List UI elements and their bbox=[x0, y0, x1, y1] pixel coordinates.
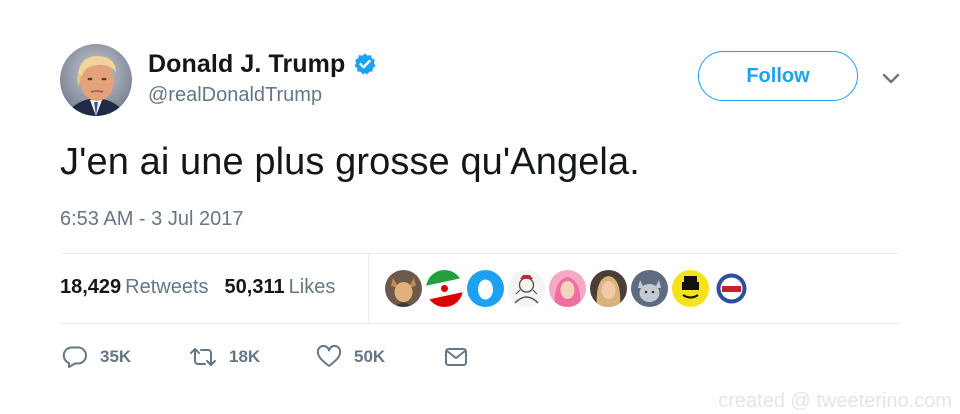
heart-icon bbox=[316, 345, 342, 367]
chevron-down-icon[interactable] bbox=[880, 68, 902, 88]
like-button[interactable]: 50K bbox=[316, 345, 443, 369]
tweet-timestamp[interactable]: 6:53 AM - 3 Jul 2017 bbox=[60, 208, 243, 231]
reply-button[interactable]: 35K bbox=[62, 345, 189, 369]
like-count: 50K bbox=[354, 347, 386, 366]
follow-button[interactable]: Follow bbox=[698, 51, 858, 101]
liker-avatar-cat[interactable] bbox=[631, 270, 668, 307]
envelope-icon bbox=[445, 348, 467, 366]
liker-avatar-iran-flag[interactable] bbox=[426, 270, 463, 307]
retweet-button[interactable]: 18K bbox=[189, 345, 316, 369]
likes-count: 50,311 bbox=[224, 276, 285, 298]
likers-avatar-list bbox=[385, 270, 750, 307]
author-name-row: Donald J. Trump bbox=[148, 48, 377, 80]
liker-avatar-blue-egg[interactable] bbox=[467, 270, 504, 307]
tweet-stats: 18,429 Retweets 50,311 Likes bbox=[60, 276, 335, 299]
reply-count: 35K bbox=[100, 347, 132, 366]
author-info: Donald J. Trump @realDonaldTrump bbox=[148, 48, 377, 107]
retweets-label: Retweets bbox=[125, 276, 209, 298]
likes-label: Likes bbox=[288, 276, 336, 298]
tweet-actions: 35K 18K 50K bbox=[62, 343, 469, 371]
author-avatar[interactable] bbox=[60, 44, 132, 116]
tweet-card: Donald J. Trump @realDonaldTrump Follow … bbox=[0, 0, 960, 414]
liker-avatar-trump-badge[interactable] bbox=[713, 270, 750, 307]
retweets-stat[interactable]: 18,429 Retweets bbox=[60, 276, 209, 299]
author-display-name[interactable]: Donald J. Trump bbox=[148, 50, 345, 79]
tweet-text: J'en ai une plus grosse qu'Angela. bbox=[60, 141, 640, 183]
liker-avatar-fox-costume[interactable] bbox=[385, 270, 422, 307]
author-handle[interactable]: @realDonaldTrump bbox=[148, 84, 377, 107]
direct-message-button[interactable] bbox=[443, 345, 469, 369]
liker-avatar-sketch[interactable] bbox=[508, 270, 545, 307]
retweet-count: 18K bbox=[229, 347, 261, 366]
divider-bottom bbox=[60, 323, 900, 324]
retweets-count: 18,429 bbox=[60, 276, 122, 298]
liker-avatar-blonde-woman[interactable] bbox=[590, 270, 627, 307]
stats-separator bbox=[368, 253, 369, 323]
reply-icon bbox=[62, 346, 87, 368]
divider-top bbox=[60, 253, 900, 254]
watermark-text: created @ tweeterino.com bbox=[718, 390, 952, 412]
verified-badge-icon bbox=[353, 52, 377, 76]
author-avatar-image bbox=[60, 44, 132, 116]
liker-avatar-yellow-face[interactable] bbox=[672, 270, 709, 307]
liker-avatar-pink-hair[interactable] bbox=[549, 270, 586, 307]
retweet-icon bbox=[190, 348, 216, 366]
likes-stat[interactable]: 50,311 Likes bbox=[225, 276, 336, 299]
